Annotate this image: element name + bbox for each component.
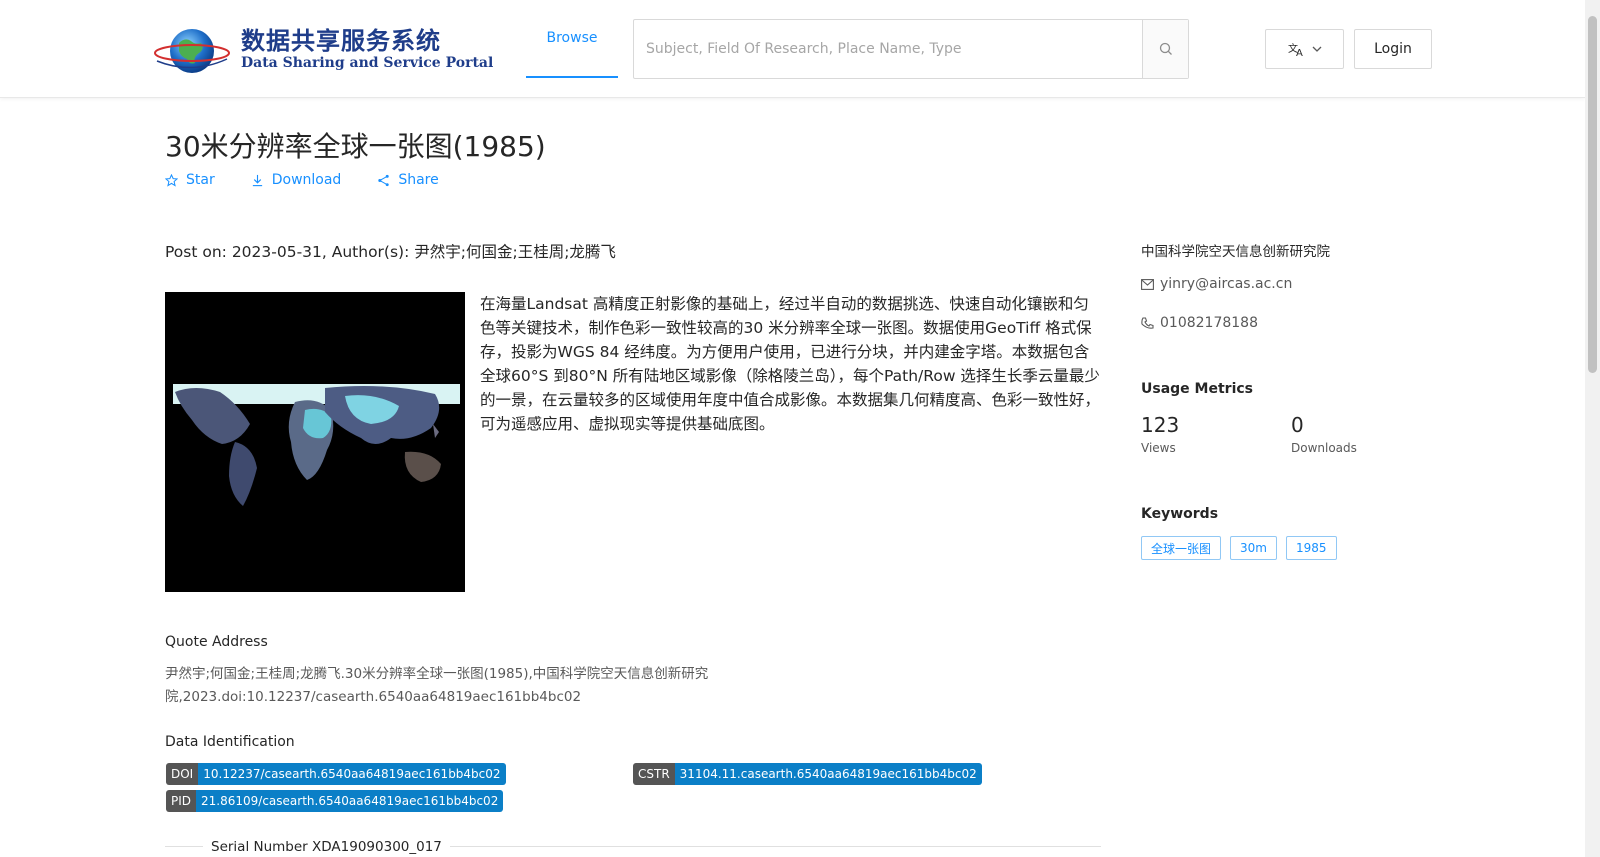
search-box: [633, 19, 1189, 79]
portal-logo[interactable]: 数据共享服务系统 Data Sharing and Service Portal: [153, 21, 493, 79]
star-label: Star: [186, 172, 215, 188]
pid-badge-key: PID: [166, 790, 197, 812]
post-info: Post on: 2023-05-31, Author(s): 尹然宇;何国金;…: [165, 243, 616, 261]
downloads-count: 0: [1291, 413, 1304, 437]
contact-phone-text: 01082178188: [1160, 315, 1258, 331]
login-button[interactable]: Login: [1354, 29, 1432, 69]
nav-browse[interactable]: Browse: [526, 0, 618, 78]
cstr-badge-key: CSTR: [633, 763, 675, 785]
search-button[interactable]: [1142, 20, 1188, 78]
contact-email-text: yinry@aircas.ac.cn: [1160, 276, 1293, 292]
dataset-title: 30米分辨率全球一张图(1985): [165, 130, 546, 163]
download-icon: [252, 174, 262, 186]
download-button[interactable]: Download: [251, 172, 342, 188]
svg-text:A: A: [1296, 48, 1303, 57]
search-input[interactable]: [634, 20, 1142, 78]
data-identification-heading: Data Identification: [165, 734, 295, 750]
download-label: Download: [271, 172, 342, 188]
keywords-heading: Keywords: [1141, 506, 1219, 522]
logo-title-en: Data Sharing and Service Portal: [241, 55, 494, 71]
star-button[interactable]: Star: [165, 172, 215, 188]
world-map-image: [165, 292, 465, 592]
top-header: 数据共享服务系统 Data Sharing and Service Portal…: [0, 0, 1585, 98]
translate-icon: 文 A: [1288, 42, 1303, 57]
quote-address-heading: Quote Address: [165, 634, 268, 650]
usage-metrics-heading: Usage Metrics: [1141, 381, 1253, 397]
doi-badge-key: DOI: [166, 763, 199, 785]
dataset-actions: Star Download Share: [165, 172, 439, 188]
share-button[interactable]: Share: [377, 172, 439, 188]
pid-badge[interactable]: PID 21.86109/casearth.6540aa64819aec161b…: [166, 790, 504, 812]
pid-badge-value: 21.86109/casearth.6540aa64819aec161bb4bc…: [196, 790, 504, 812]
doi-badge-value: 10.12237/casearth.6540aa64819aec161bb4bc…: [198, 763, 506, 785]
downloads-metric: 0 Downloads: [1291, 413, 1357, 455]
keyword-tag[interactable]: 30m: [1230, 536, 1277, 560]
views-count: 123: [1141, 413, 1180, 437]
cstr-badge[interactable]: CSTR 31104.11.casearth.6540aa64819aec161…: [633, 763, 982, 785]
keyword-tag[interactable]: 1985: [1285, 536, 1337, 560]
keyword-tag[interactable]: 全球一张图: [1141, 536, 1222, 560]
search-icon: [1159, 42, 1172, 55]
chevron-down-icon: [1312, 46, 1321, 52]
scrollbar-thumb[interactable]: [1588, 16, 1597, 373]
dataset-description: 在海量Landsat 高精度正射影像的基础上，经过半自动的数据挑选、快速自动化镶…: [480, 295, 1101, 433]
cstr-badge-value: 31104.11.casearth.6540aa64819aec161bb4bc…: [674, 763, 982, 785]
views-label: Views: [1141, 441, 1176, 455]
contact-email[interactable]: yinry@aircas.ac.cn: [1141, 276, 1292, 292]
quote-address-text: 尹然宇;何国金;王桂周;龙腾飞.30米分辨率全球一张图(1985),中国科学院空…: [165, 666, 709, 705]
doi-badge[interactable]: DOI 10.12237/casearth.6540aa64819aec161b…: [166, 763, 506, 785]
page-scrollbar[interactable]: [1585, 0, 1600, 857]
downloads-label: Downloads: [1291, 441, 1357, 455]
serial-number: Serial Number XDA19090300_017: [203, 839, 450, 855]
contact-phone: 01082178188: [1141, 315, 1258, 331]
globe-logo-icon: [154, 29, 230, 73]
language-dropdown[interactable]: 文 A: [1265, 29, 1344, 69]
share-label: Share: [398, 172, 439, 188]
mail-icon: [1141, 278, 1154, 290]
share-icon: [378, 174, 390, 186]
keyword-tags: 全球一张图 30m 1985: [1141, 536, 1337, 560]
views-metric: 123 Views: [1141, 413, 1179, 455]
organization-name: 中国科学院空天信息创新研究院: [1141, 244, 1330, 260]
phone-icon: [1141, 316, 1154, 329]
star-icon: [165, 173, 178, 187]
serial-number-divider: Serial Number XDA19090300_017: [165, 839, 1101, 855]
logo-title-cn: 数据共享服务系统: [241, 27, 441, 55]
dataset-thumbnail[interactable]: [165, 292, 465, 592]
